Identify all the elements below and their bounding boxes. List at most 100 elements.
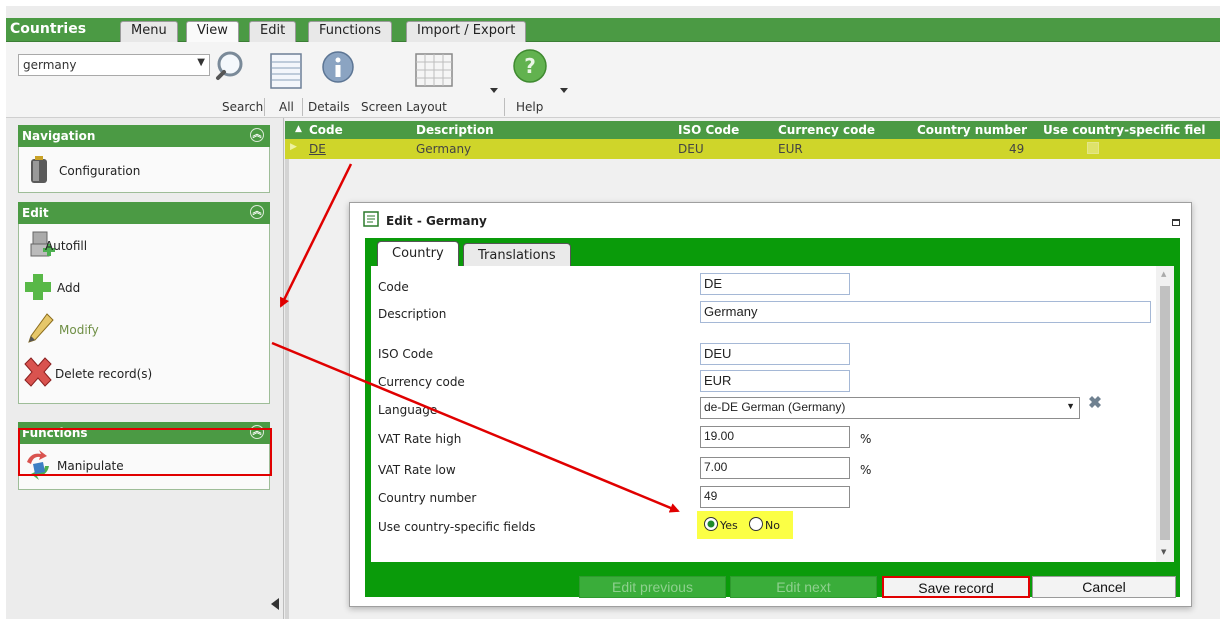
cancel-button[interactable]: Cancel [1032, 576, 1176, 598]
search-button-label[interactable]: Search [222, 100, 263, 114]
radio-yes[interactable] [703, 516, 719, 532]
dialog-form: Code DE Description Germany ISO Code DEU… [371, 266, 1156, 562]
save-record-button[interactable]: Save record [882, 576, 1030, 598]
help-button-label[interactable]: Help [516, 100, 543, 114]
field-label-code: Code [378, 280, 409, 294]
edit-section-header[interactable]: Edit ︽ [18, 202, 270, 224]
help-icon[interactable]: ? [512, 48, 552, 88]
form-icon [363, 211, 379, 227]
sidebar-item-autofill[interactable]: Autofill [21, 228, 267, 262]
chevron-down-icon[interactable] [560, 88, 568, 94]
app-title: Countries [10, 21, 87, 37]
tab-menu[interactable]: Menu [120, 21, 178, 42]
main-tab-bar: Countries Menu View Edit Functions Impor… [6, 18, 1220, 42]
chevron-down-icon[interactable]: ▼ [197, 57, 205, 68]
currency-code-field[interactable]: EUR [700, 370, 850, 392]
radio-yes-label[interactable]: Yes [720, 519, 738, 532]
navigation-section-header[interactable]: Navigation ︽ [18, 125, 270, 147]
field-label-language: Language [378, 403, 438, 417]
cell-use-specific-checkbox [1087, 142, 1099, 154]
list-all-icon[interactable] [269, 52, 305, 92]
details-button-label[interactable]: Details [308, 100, 350, 114]
svg-text:?: ? [524, 54, 536, 78]
dialog-title: Edit - Germany [386, 214, 487, 228]
vat-high-field[interactable]: 19.00 [700, 426, 850, 448]
language-select[interactable]: de-DE German (Germany) ▼ [700, 397, 1080, 419]
edit-dialog: Edit - Germany Country Translations Code… [349, 202, 1192, 607]
toolbar-separator [504, 98, 505, 116]
cell-description: Germany [416, 142, 472, 156]
sidebar-item-label: Add [57, 281, 81, 295]
collapse-panel-arrow-icon[interactable] [271, 598, 279, 610]
sidebar-item-modify[interactable]: Modify [21, 312, 267, 346]
field-label-use-specific: Use country-specific fields [378, 520, 536, 534]
scrollbar-thumb[interactable] [1160, 286, 1170, 540]
search-input[interactable]: germany ▼ [18, 54, 210, 76]
delete-x-icon [24, 357, 52, 387]
column-header-iso-code[interactable]: ISO Code [678, 123, 739, 137]
collapse-icon[interactable]: ︽ [250, 205, 264, 219]
maximize-icon[interactable] [1172, 219, 1180, 226]
grid-left-bar [285, 159, 289, 619]
chevron-down-icon[interactable] [490, 88, 498, 94]
field-label-description: Description [378, 307, 447, 321]
column-header-use-specific[interactable]: Use country-specific fiel [1043, 123, 1206, 137]
code-field[interactable]: DE [700, 273, 850, 295]
search-input-value: germany [23, 58, 77, 72]
battery-icon [31, 156, 47, 183]
iso-code-field[interactable]: DEU [700, 343, 850, 365]
column-header-currency-code[interactable]: Currency code [778, 123, 875, 137]
tab-translations[interactable]: Translations [463, 243, 571, 267]
chevron-down-icon[interactable]: ▼ [1066, 401, 1075, 411]
edit-section-body: Autofill Add Modify Delete record(s) [18, 224, 270, 404]
collapse-icon[interactable]: ︽ [250, 128, 264, 142]
screen-layout-icon[interactable] [414, 52, 454, 88]
sidebar-item-add[interactable]: Add [21, 270, 267, 304]
tab-functions[interactable]: Functions [308, 21, 393, 42]
tab-view[interactable]: View [186, 21, 239, 42]
column-header-description[interactable]: Description [416, 123, 494, 137]
cell-code[interactable]: DE [309, 142, 326, 156]
vat-high-unit: % [860, 432, 872, 446]
ribbon-toolbar: germany ▼ Search All Details Screen Layo… [6, 42, 1220, 118]
modify-highlight-box [18, 428, 272, 476]
country-number-field[interactable]: 49 [700, 486, 850, 508]
tab-edit[interactable]: Edit [249, 21, 297, 42]
sidebar-item-label: Autofill [45, 239, 88, 253]
vat-low-field[interactable]: 7.00 [700, 457, 850, 479]
sidebar-item-label: Modify [59, 323, 99, 337]
clear-x-icon[interactable] [1086, 393, 1104, 411]
radio-no-label[interactable]: No [765, 519, 780, 532]
cell-iso-code: DEU [678, 142, 704, 156]
row-indicator-icon: ▶ [290, 142, 297, 152]
column-header-code[interactable]: Code [309, 123, 343, 137]
screen-layout-button-label[interactable]: Screen Layout [361, 100, 447, 114]
dialog-scrollbar[interactable]: ▲ ▼ [1156, 266, 1174, 562]
edit-next-button[interactable]: Edit next [730, 576, 877, 598]
sidebar-item-configuration[interactable]: Configuration [21, 153, 267, 187]
plus-icon [25, 274, 51, 300]
dialog-frame: Country Translations Code DE Description… [365, 238, 1180, 598]
sidebar-item-label: Configuration [59, 164, 141, 178]
grid-header-row: ▲ Code Description ISO Code Currency cod… [285, 121, 1220, 139]
column-header-country-number[interactable]: Country number [917, 123, 1027, 137]
description-field[interactable]: Germany [700, 301, 1151, 323]
info-icon[interactable] [321, 50, 357, 86]
scroll-up-icon[interactable]: ▲ [1161, 270, 1166, 278]
edit-previous-button[interactable]: Edit previous [579, 576, 726, 598]
sort-asc-icon[interactable]: ▲ [295, 124, 302, 134]
tab-country[interactable]: Country [377, 241, 459, 267]
sidebar-item-delete[interactable]: Delete record(s) [21, 356, 267, 390]
field-label-iso-code: ISO Code [378, 347, 434, 361]
search-icon[interactable] [212, 48, 252, 88]
table-row[interactable]: ▶ DE Germany DEU EUR 49 [285, 139, 1220, 159]
tab-import-export[interactable]: Import / Export [406, 21, 527, 42]
navigation-section-body: Configuration [18, 147, 270, 193]
all-button-label[interactable]: All [279, 100, 294, 114]
language-select-value: de-DE German (Germany) [704, 400, 846, 414]
left-sidebar: Navigation ︽ Configuration Edit ︽ Autofi… [6, 118, 284, 619]
scroll-down-icon[interactable]: ▼ [1161, 548, 1166, 556]
radio-no[interactable] [748, 516, 764, 532]
navigation-section-title: Navigation [22, 129, 96, 143]
sidebar-item-label: Delete record(s) [55, 367, 153, 381]
